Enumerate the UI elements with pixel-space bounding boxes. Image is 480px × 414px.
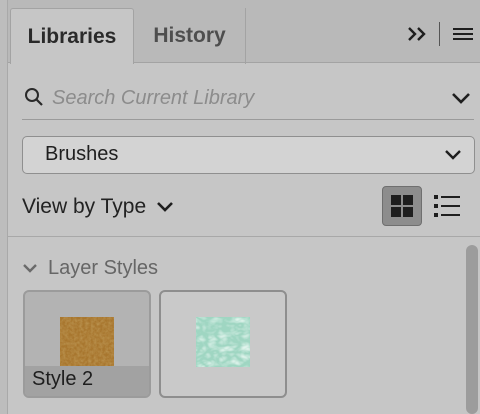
panel-tools (403, 14, 480, 54)
asset-tile[interactable]: Style 2 (23, 290, 151, 398)
section-title: Layer Styles (48, 256, 159, 279)
layer-style-swatch (60, 317, 114, 367)
double-chevron-right-icon[interactable] (403, 19, 433, 49)
chevron-down-icon[interactable] (450, 88, 472, 108)
scrollbar[interactable] (466, 245, 478, 414)
grid-view-button[interactable] (382, 186, 422, 226)
hamburger-menu-icon[interactable] (450, 19, 476, 49)
layer-style-swatch (196, 317, 250, 367)
section-header-layer-styles[interactable]: Layer Styles (22, 255, 158, 281)
search-input[interactable] (52, 82, 432, 114)
asset-tile[interactable] (159, 290, 287, 398)
tab-libraries-label: Libraries (27, 24, 117, 48)
grid-view-icon (391, 195, 413, 217)
asset-label: Style 2 (32, 368, 94, 390)
scrollbar-thumb[interactable] (466, 245, 478, 414)
library-select[interactable]: Brushes (22, 136, 475, 174)
list-view-icon (434, 195, 460, 217)
magnifier-icon (25, 88, 43, 106)
tab-history-label: History (153, 24, 226, 47)
tab-libraries[interactable]: Libraries (10, 8, 134, 64)
library-select-value: Brushes (45, 143, 119, 165)
panel-tab-bar: Libraries History (8, 0, 480, 64)
asset-label-bar: Style 2 (25, 366, 149, 396)
toolbar-divider (439, 22, 440, 46)
chevron-down-icon (445, 150, 461, 160)
list-view-button[interactable] (432, 188, 462, 224)
view-by-type-menu[interactable]: View by Type (22, 192, 174, 222)
chevron-down-icon (23, 264, 37, 273)
library-content: Layer Styles Style 2 (8, 237, 480, 414)
window-edge (0, 0, 8, 414)
libraries-panel: Libraries History Search Current Library… (8, 0, 480, 414)
tab-history[interactable]: History (134, 8, 246, 64)
search-bar (22, 78, 474, 120)
chevron-down-icon (157, 202, 174, 212)
view-by-label: View by Type (22, 195, 147, 218)
